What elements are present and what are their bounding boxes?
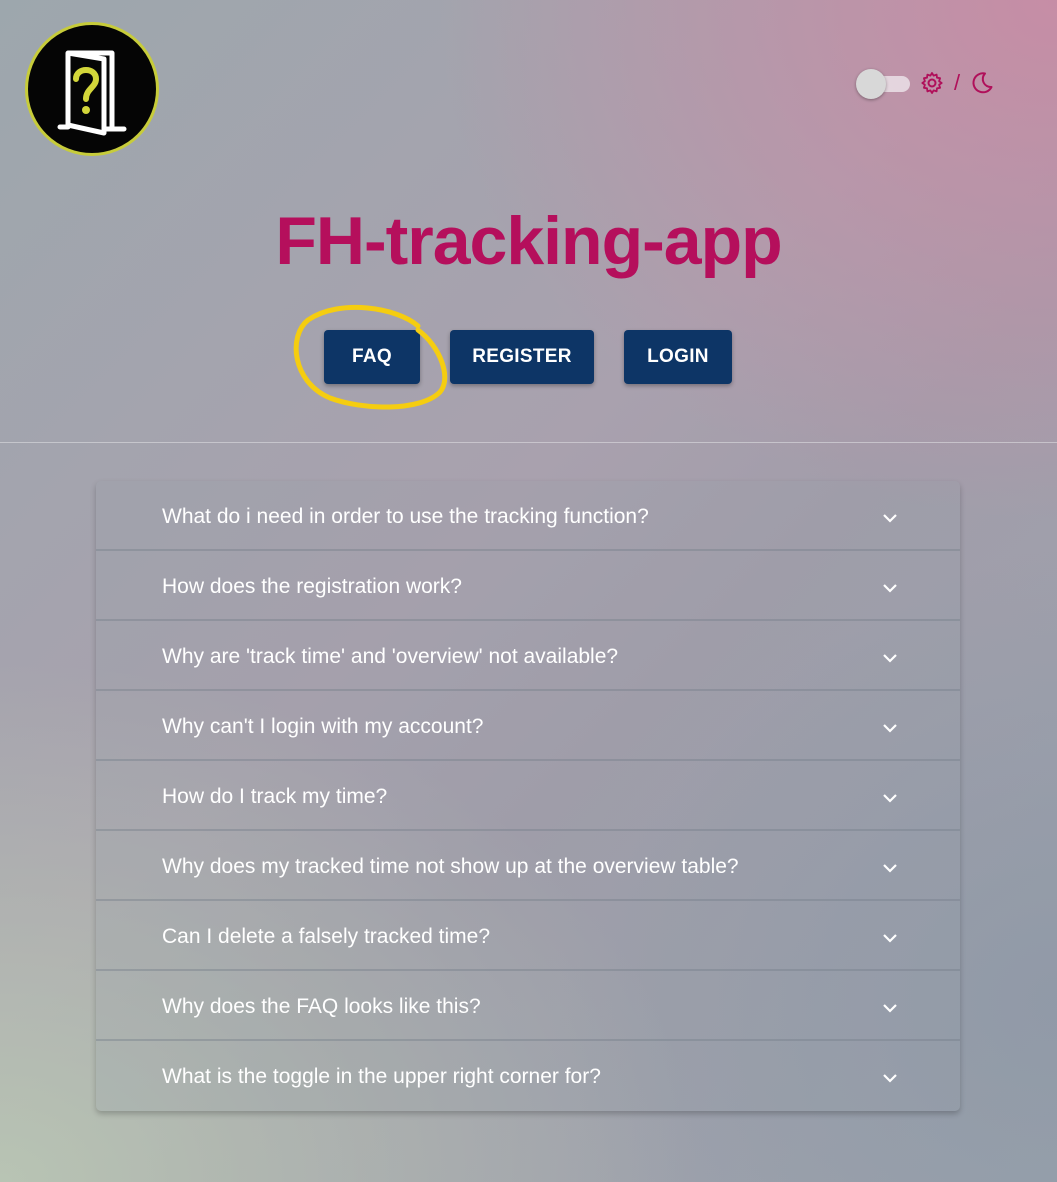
chevron-down-icon[interactable] xyxy=(880,651,900,665)
faq-item[interactable]: Why are 'track time' and 'overview' not … xyxy=(96,621,960,691)
faq-question: Why does the FAQ looks like this? xyxy=(162,995,481,1018)
faq-item[interactable]: How do I track my time? xyxy=(96,761,960,831)
chevron-down-icon[interactable] xyxy=(880,581,900,595)
faq-item[interactable]: What do i need in order to use the track… xyxy=(96,481,960,551)
register-button[interactable]: REGISTER xyxy=(450,330,594,384)
login-button[interactable]: LOGIN xyxy=(624,330,732,384)
faq-question: Can I delete a falsely tracked time? xyxy=(162,925,491,948)
theme-toggle[interactable] xyxy=(856,66,910,100)
faq-question: How does the registration work? xyxy=(162,575,462,598)
faq-item[interactable]: Why does my tracked time not show up at … xyxy=(96,831,960,901)
faq-button[interactable]: FAQ xyxy=(324,330,420,384)
question-door-icon xyxy=(57,50,127,136)
theme-separator: / xyxy=(954,70,961,95)
faq-question: What is the toggle in the upper right co… xyxy=(162,1065,601,1088)
chevron-down-icon[interactable] xyxy=(880,791,900,805)
chevron-down-icon[interactable] xyxy=(880,511,900,525)
app-logo[interactable] xyxy=(25,22,159,156)
faq-item[interactable]: What is the toggle in the upper right co… xyxy=(96,1041,960,1111)
gear-icon xyxy=(921,72,943,94)
nav-buttons: FAQ REGISTER LOGIN xyxy=(0,330,1057,384)
faq-question: Why can't I login with my account? xyxy=(162,715,484,738)
chevron-down-icon[interactable] xyxy=(880,721,900,735)
page-title: FH-tracking-app xyxy=(275,203,782,279)
faq-question: Why are 'track time' and 'overview' not … xyxy=(162,645,619,668)
faq-item[interactable]: Why can't I login with my account? xyxy=(96,691,960,761)
chevron-down-icon[interactable] xyxy=(880,1001,900,1015)
faq-question: How do I track my time? xyxy=(162,785,388,808)
header-divider xyxy=(0,442,1057,443)
moon-icon xyxy=(972,72,993,94)
faq-item[interactable]: Can I delete a falsely tracked time? xyxy=(96,901,960,971)
toggle-thumb[interactable] xyxy=(856,69,886,99)
theme-switch: / xyxy=(856,66,994,100)
faq-item[interactable]: How does the registration work? xyxy=(96,551,960,621)
faq-accordion: What do i need in order to use the track… xyxy=(96,481,960,1111)
chevron-down-icon[interactable] xyxy=(880,1071,900,1085)
faq-question: Why does my tracked time not show up at … xyxy=(162,855,739,878)
chevron-down-icon[interactable] xyxy=(880,931,900,945)
faq-question: What do i need in order to use the track… xyxy=(162,505,649,528)
chevron-down-icon[interactable] xyxy=(880,861,900,875)
faq-item[interactable]: Why does the FAQ looks like this? xyxy=(96,971,960,1041)
